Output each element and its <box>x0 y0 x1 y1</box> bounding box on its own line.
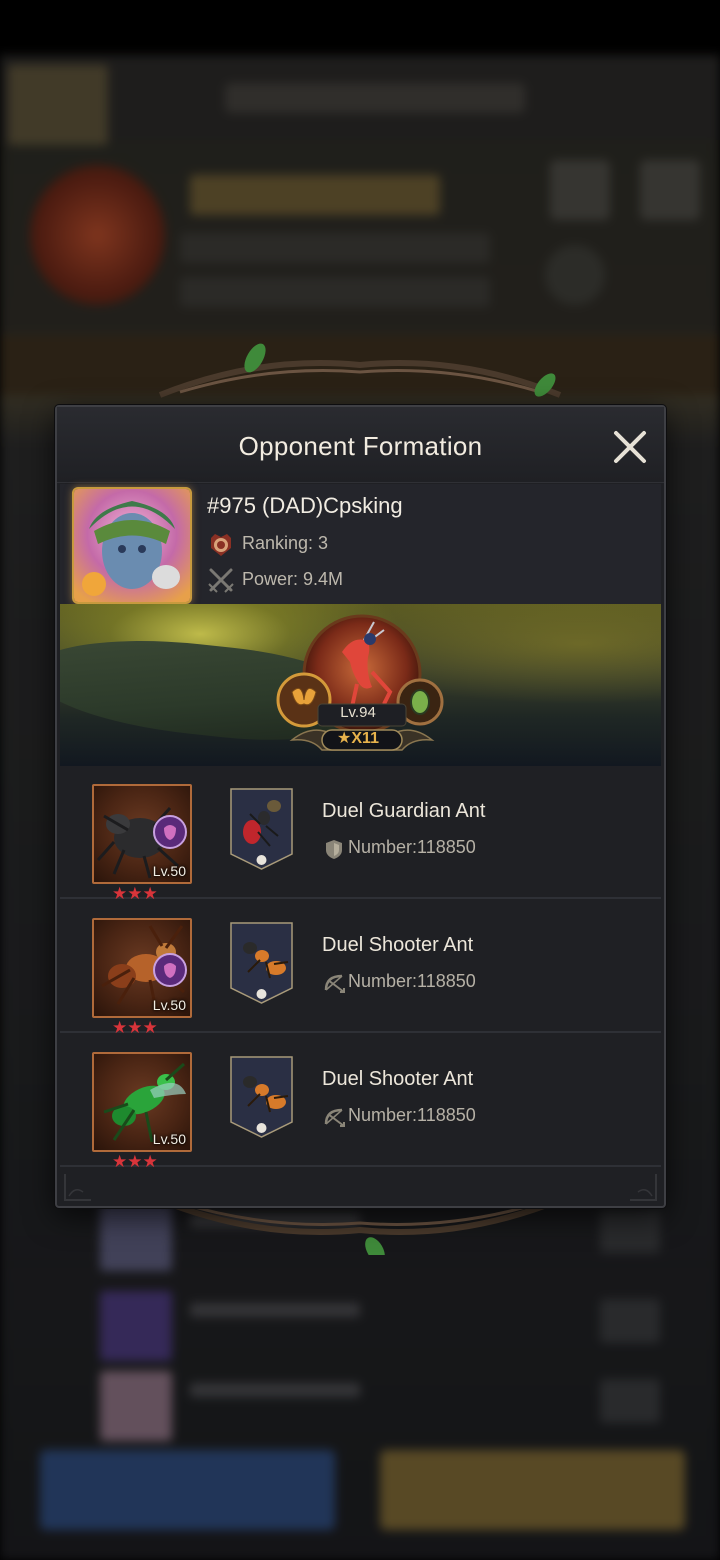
modal-header: Opponent Formation <box>57 407 664 483</box>
opponent-info: #975 (DAD)Cpsking Ranking: 3 Power: 9.4M <box>60 484 661 604</box>
troop-number-text: Number:118850 <box>348 837 476 857</box>
troop-unit-card[interactable] <box>230 922 293 1004</box>
power-text: Power: 9.4M <box>242 569 344 589</box>
troop-name: Duel Shooter Ant <box>322 934 474 956</box>
troop-row: Lv.50 ★★★ Duel Shooter Ant Number:118850 <box>60 900 661 1036</box>
shield-icon <box>326 840 342 859</box>
bow-icon <box>324 1108 345 1127</box>
troop-portrait[interactable]: Lv.50 <box>92 1052 192 1152</box>
opponent-formation-modal: Opponent Formation #975 (DAD)Cpsking Ran… <box>55 405 666 1208</box>
hero-banner: Lv.94 ★X11 <box>60 604 661 766</box>
troop-name: Duel Guardian Ant <box>322 800 486 822</box>
troop-level: Lv.50 <box>152 863 186 879</box>
crossed-swords-icon <box>208 568 234 593</box>
rank-medal-icon <box>211 534 231 556</box>
corner-ornament <box>64 1174 91 1201</box>
hero-level: Lv.94 <box>340 704 376 721</box>
opponent-name: #975 (DAD)Cpsking <box>207 493 403 518</box>
corner-ornament <box>630 1174 657 1201</box>
hero-star-count: ★X11 <box>337 730 379 747</box>
svg-text:★★★: ★★★ <box>112 1152 158 1170</box>
close-icon <box>614 431 646 463</box>
troop-number-text: Number:118850 <box>348 1105 476 1125</box>
troop-name: Duel Shooter Ant <box>322 1068 474 1090</box>
troop-row: Lv.50 ★★★ Duel Shooter Ant Number:118850 <box>60 1034 661 1170</box>
ranking-text: Ranking: 3 <box>242 533 329 553</box>
troop-portrait[interactable]: Lv.50 <box>92 918 192 1018</box>
modal-title: Opponent Formation <box>238 431 483 461</box>
bow-icon <box>324 974 345 993</box>
vine-frame-top <box>158 343 562 398</box>
troop-level: Lv.50 <box>152 997 186 1013</box>
troop-unit-card[interactable] <box>230 1056 293 1138</box>
troop-unit-card[interactable] <box>230 788 293 870</box>
troop-level: Lv.50 <box>152 1131 186 1147</box>
opponent-avatar[interactable] <box>72 487 192 604</box>
troop-stars: ★★★ <box>112 1152 158 1170</box>
troop-row: Lv.50 ★★★ Duel Guardian Ant Number:11885… <box>60 766 661 902</box>
troop-number-text: Number:118850 <box>348 971 476 991</box>
troop-portrait[interactable]: Lv.50 <box>92 784 192 884</box>
close-button[interactable] <box>610 427 650 467</box>
